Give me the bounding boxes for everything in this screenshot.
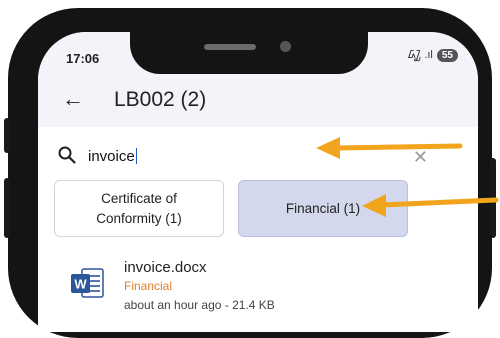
search-icon [58,146,76,164]
orange-arrow-icon [316,137,463,159]
status-icons: ᮼ .ıl 55 [408,47,458,63]
phone-frame: 17:06 ᮼ .ıl 55 ← LB002 (2) invoice ✕ Cer… [4,8,496,338]
phone-screen: 17:06 ᮼ .ıl 55 ← LB002 (2) invoice ✕ Cer… [38,32,478,332]
filter-chip-label-line1: Certificate of [101,190,177,206]
phone-notch [130,32,368,74]
search-query: invoice [88,148,135,165]
front-camera [280,41,291,52]
svg-text:W: W [74,277,87,292]
text-caret [135,148,137,164]
file-meta: about an hour ago - 21.4 KB [124,298,275,312]
file-list-item[interactable]: W invoice.docx Financial about an hour a… [38,254,478,324]
arrow-left-icon[interactable]: ← [62,86,84,112]
file-category: Financial [124,279,173,293]
speaker-grille [204,44,256,50]
filter-chip-label: Financial (1) [285,200,361,216]
status-time: 17:06 [66,51,100,66]
filter-chip-certificate[interactable]: Certificate of Conformity (1) [54,180,224,237]
word-document-icon: W [71,268,104,298]
orange-arrow-icon [362,194,499,217]
search-input[interactable]: invoice [88,148,137,165]
signal-icon: ᮼ .ıl [408,49,433,61]
file-name: invoice.docx [124,259,207,276]
filter-chip-label-line2: Conformity (1) [96,210,182,226]
phone-side-button [4,178,10,238]
filter-chip-label: Certificate of Conformity (1) [96,189,182,229]
phone-side-button [4,118,10,153]
battery-icon: 55 [436,48,458,62]
page-title: LB002 (2) [114,88,207,111]
